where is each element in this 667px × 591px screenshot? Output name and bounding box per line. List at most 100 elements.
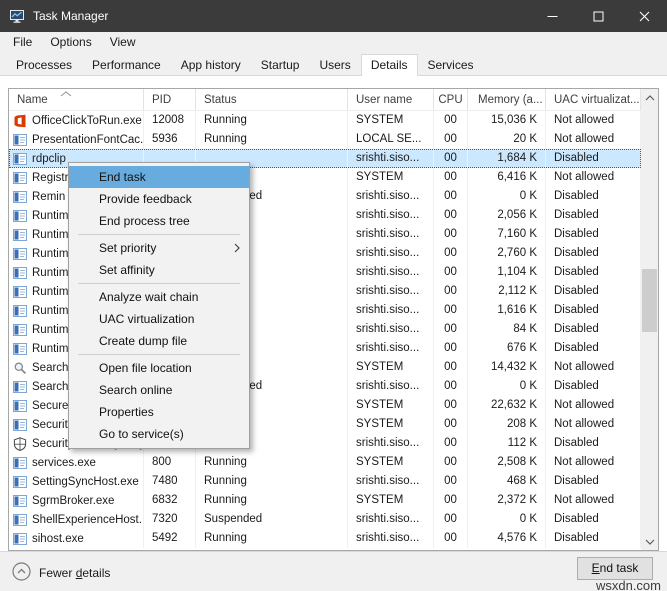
cell-user: SYSTEM xyxy=(348,396,434,415)
exe-icon xyxy=(13,247,27,261)
tab-details[interactable]: Details xyxy=(361,54,418,76)
process-name: ShellExperienceHost... xyxy=(32,511,144,529)
context-menu-item-uac-virtualization[interactable]: UAC virtualization xyxy=(69,308,249,330)
table-row[interactable]: SgrmBroker.exe6832RunningSYSTEM002,372 K… xyxy=(9,491,641,510)
cell-memory: 0 K xyxy=(468,187,546,206)
process-name: Runtim xyxy=(32,340,68,358)
cell-cpu: 00 xyxy=(434,396,468,415)
vertical-scrollbar[interactable] xyxy=(641,89,658,550)
context-menu-item-provide-feedback[interactable]: Provide feedback xyxy=(69,188,249,210)
cell-memory: 468 K xyxy=(468,472,546,491)
cell-pid: 12008 xyxy=(144,111,196,130)
process-name: rdpclip xyxy=(32,150,66,168)
cell-memory: 0 K xyxy=(468,510,546,529)
scroll-up-icon[interactable] xyxy=(641,89,658,106)
title-bar: Task Manager xyxy=(0,0,667,32)
column-header-label: Memory (a... xyxy=(478,94,543,106)
context-menu-item-search-online[interactable]: Search online xyxy=(69,379,249,401)
process-name: services.exe xyxy=(32,454,96,472)
process-name: Runtim xyxy=(32,245,68,263)
process-name: SgrmBroker.exe xyxy=(32,492,114,510)
context-menu-item-set-affinity[interactable]: Set affinity xyxy=(69,259,249,281)
cell-uac: Disabled xyxy=(546,529,641,548)
cell-uac: Not allowed xyxy=(546,358,641,377)
column-header-name[interactable]: Name xyxy=(9,89,144,110)
context-menu-item-end-task[interactable]: End task xyxy=(69,166,249,188)
cell-uac: Disabled xyxy=(546,206,641,225)
end-task-button[interactable]: End task xyxy=(577,557,653,580)
cell-user: srishti.siso... xyxy=(348,301,434,320)
cell-cpu: 00 xyxy=(434,491,468,510)
cell-memory: 2,112 K xyxy=(468,282,546,301)
column-header-label: User name xyxy=(356,94,412,106)
column-header-uac-virtualizat[interactable]: UAC virtualizat... xyxy=(546,89,641,110)
cell-name: services.exe xyxy=(9,453,144,472)
cell-cpu: 00 xyxy=(434,168,468,187)
context-menu-item-go-to-service-s[interactable]: Go to service(s) xyxy=(69,423,249,445)
minimize-button[interactable] xyxy=(529,0,575,32)
cell-user: srishti.siso... xyxy=(348,472,434,491)
cell-status: Running xyxy=(196,130,348,149)
context-menu-item-analyze-wait-chain[interactable]: Analyze wait chain xyxy=(69,286,249,308)
cell-memory: 6,416 K xyxy=(468,168,546,187)
process-name: Runtim xyxy=(32,321,68,339)
context-menu-item-end-process-tree[interactable]: End process tree xyxy=(69,210,249,232)
scrollbar-thumb[interactable] xyxy=(642,269,657,332)
process-name: sihost.exe xyxy=(32,530,84,548)
table-row[interactable]: sihost.exe5492Runningsrishti.siso...004,… xyxy=(9,529,641,548)
context-menu-item-create-dump-file[interactable]: Create dump file xyxy=(69,330,249,352)
cell-memory: 20 K xyxy=(468,130,546,149)
cell-user: LOCAL SE... xyxy=(348,130,434,149)
table-row[interactable]: OfficeClickToRun.exe12008RunningSYSTEM00… xyxy=(9,111,641,130)
process-name: Search xyxy=(32,378,68,396)
scroll-down-icon[interactable] xyxy=(641,533,658,550)
table-row[interactable]: SettingSyncHost.exe7480Runningsrishti.si… xyxy=(9,472,641,491)
cell-memory: 1,104 K xyxy=(468,263,546,282)
cell-uac: Disabled xyxy=(546,339,641,358)
column-header-user-name[interactable]: User name xyxy=(348,89,434,110)
cell-cpu: 00 xyxy=(434,263,468,282)
fewer-details-toggle[interactable]: Fewer details xyxy=(12,562,110,584)
tab-startup[interactable]: Startup xyxy=(251,54,310,76)
cell-uac: Not allowed xyxy=(546,491,641,510)
cell-cpu: 00 xyxy=(434,301,468,320)
cell-memory: 7,160 K xyxy=(468,225,546,244)
tab-performance[interactable]: Performance xyxy=(82,54,171,76)
tab-app-history[interactable]: App history xyxy=(171,54,251,76)
menu-view[interactable]: View xyxy=(101,35,145,49)
exe-icon xyxy=(13,209,27,223)
cell-cpu: 00 xyxy=(434,415,468,434)
cell-uac: Disabled xyxy=(546,187,641,206)
cell-cpu: 00 xyxy=(434,149,468,168)
table-row[interactable]: PresentationFontCac...5936RunningLOCAL S… xyxy=(9,130,641,149)
exe-icon xyxy=(13,285,27,299)
task-manager-app-icon xyxy=(9,8,25,24)
cell-name: OfficeClickToRun.exe xyxy=(9,111,144,130)
table-row[interactable]: services.exe800RunningSYSTEM002,508 KNot… xyxy=(9,453,641,472)
cell-memory: 208 K xyxy=(468,415,546,434)
column-header-memory-a[interactable]: Memory (a... xyxy=(468,89,546,110)
context-menu-item-properties[interactable]: Properties xyxy=(69,401,249,423)
cell-memory: 84 K xyxy=(468,320,546,339)
tab-services[interactable]: Services xyxy=(418,54,484,76)
column-header-cpu[interactable]: CPU xyxy=(434,89,468,110)
maximize-button[interactable] xyxy=(575,0,621,32)
tab-processes[interactable]: Processes xyxy=(6,54,82,76)
cell-memory: 4,576 K xyxy=(468,529,546,548)
process-name: Remin xyxy=(32,188,65,206)
cell-status: Running xyxy=(196,111,348,130)
context-menu-item-set-priority[interactable]: Set priority xyxy=(69,237,249,259)
cell-user: SYSTEM xyxy=(348,415,434,434)
menu-file[interactable]: File xyxy=(4,35,41,49)
table-row[interactable]: ShellExperienceHost...7320Suspendedsrish… xyxy=(9,510,641,529)
column-header-pid[interactable]: PID xyxy=(144,89,196,110)
exe-icon xyxy=(13,342,27,356)
tab-users[interactable]: Users xyxy=(309,54,360,76)
cell-status: Suspended xyxy=(196,510,348,529)
cell-memory: 0 K xyxy=(468,377,546,396)
context-menu-item-open-file-location[interactable]: Open file location xyxy=(69,357,249,379)
column-header-status[interactable]: Status xyxy=(196,89,348,110)
close-button[interactable] xyxy=(621,0,667,32)
cell-cpu: 00 xyxy=(434,225,468,244)
menu-options[interactable]: Options xyxy=(41,35,100,49)
